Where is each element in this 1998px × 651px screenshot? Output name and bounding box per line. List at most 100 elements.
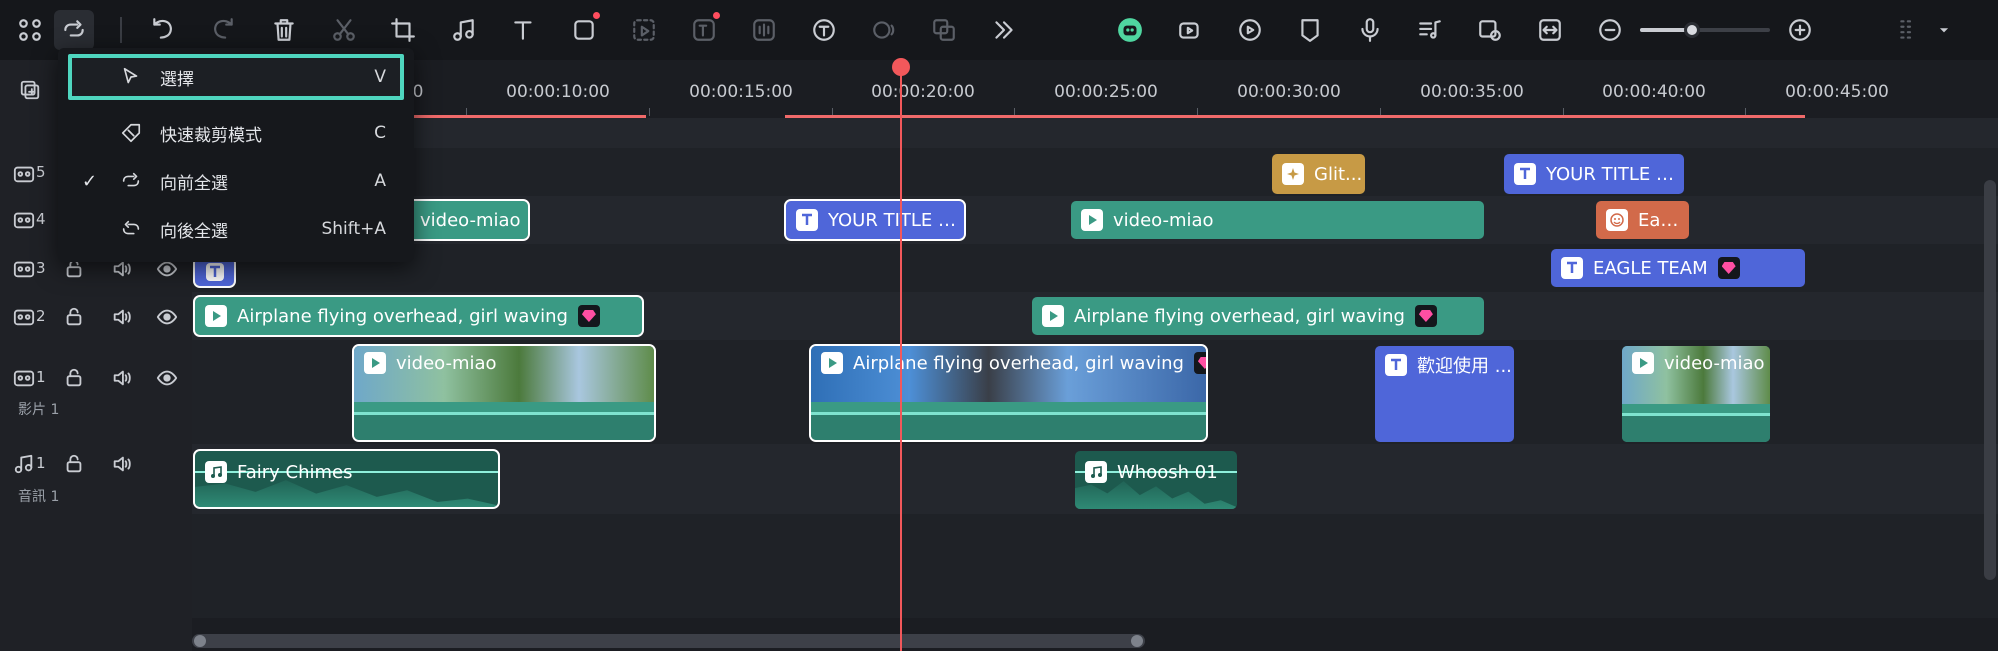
render-range-bar [410, 115, 646, 118]
speech-to-text-icon[interactable] [804, 10, 844, 50]
lock-icon[interactable] [63, 306, 85, 328]
shape-icon[interactable] [564, 10, 604, 50]
layout-dropdown-icon[interactable] [1924, 10, 1964, 50]
speaker-icon[interactable] [111, 453, 133, 475]
eye-icon[interactable] [156, 367, 178, 389]
effect-clip[interactable]: Glit... [1272, 154, 1365, 194]
video-clip[interactable]: video-miao [352, 344, 656, 442]
marker-icon[interactable] [1290, 10, 1330, 50]
clip-title: video-miao [1113, 209, 1214, 231]
ai-translate-icon[interactable] [924, 10, 964, 50]
speed-icon[interactable] [1230, 10, 1270, 50]
cursor-icon [120, 66, 142, 88]
notification-dot [713, 12, 720, 19]
video-clip[interactable]: video-miao [1622, 346, 1770, 442]
ruler-label: 00:00:45:00 [1785, 82, 1889, 102]
speaker-icon[interactable] [111, 367, 133, 389]
track-number: 1 [36, 454, 46, 472]
text-icon[interactable] [504, 10, 544, 50]
timeline-track-area [192, 118, 1998, 148]
menu-item-select-backward[interactable]: 向後全選 Shift+A [68, 206, 404, 252]
add-track-icon[interactable] [16, 76, 44, 104]
microphone-icon[interactable] [1350, 10, 1390, 50]
selection-tool-icon[interactable] [54, 10, 94, 50]
delete-icon[interactable] [264, 10, 304, 50]
preview-render-icon[interactable] [1470, 10, 1510, 50]
redo-icon[interactable] [203, 10, 243, 50]
clip-waveform [811, 411, 1206, 440]
title-clip[interactable]: 歡迎使用 ... [1375, 346, 1514, 442]
lock-icon[interactable] [63, 367, 85, 389]
audio-clip[interactable]: Fairy Chimes [193, 449, 500, 509]
video-clip[interactable]: Airplane flying overhead, girl waving [1032, 297, 1484, 335]
video-clip[interactable]: video-miao [1071, 201, 1484, 239]
speaker-icon[interactable] [111, 306, 133, 328]
grid-icon[interactable] [10, 10, 50, 50]
title-clip[interactable]: EAGLE TEAM [1551, 249, 1805, 287]
audio-clip[interactable]: Whoosh 01 [1075, 451, 1237, 509]
lock-icon[interactable] [63, 453, 85, 475]
smart-cutout-icon[interactable] [624, 10, 664, 50]
zoom-out-icon[interactable] [1590, 10, 1630, 50]
track-5-lane [192, 148, 1998, 196]
scrollbar-left-handle[interactable] [194, 635, 206, 647]
clip-title: 歡迎使用 ... [1417, 356, 1512, 377]
crop-icon[interactable] [383, 10, 423, 50]
video-clip[interactable]: video-miao [398, 199, 530, 241]
title-clip[interactable]: YOUR TITLE H... [784, 199, 966, 241]
audio-beat-icon[interactable] [1410, 10, 1450, 50]
ruler-label: 00:00:15:00 [689, 82, 793, 102]
eye-icon[interactable] [156, 306, 178, 328]
menu-item-shortcut: V [374, 67, 386, 87]
menu-item-shortcut: Shift+A [321, 219, 386, 239]
ruler-label: 00:00:30:00 [1237, 82, 1341, 102]
ruler-label: 00:00:35:00 [1420, 82, 1524, 102]
video-track-icon [12, 257, 36, 281]
menu-item-shortcut: A [374, 171, 386, 191]
playhead-handle[interactable] [892, 58, 910, 76]
check-icon: ✓ [82, 170, 98, 192]
undo-icon[interactable] [143, 10, 183, 50]
more-icon[interactable] [984, 10, 1024, 50]
menu-item-select[interactable]: 選擇 V [68, 54, 404, 100]
menu-item-label: 向前全選 [160, 173, 228, 194]
ruler-label: 0 [412, 82, 424, 102]
ai-video-icon[interactable] [1170, 10, 1210, 50]
play-icon [1042, 305, 1064, 327]
clip-title: video-miao [396, 352, 497, 374]
smiley-icon [1606, 209, 1628, 231]
cut-icon[interactable] [324, 10, 364, 50]
video-track-icon [12, 162, 36, 186]
clip-title: Eagl... [1638, 209, 1689, 231]
horizontal-scrollbar[interactable] [192, 634, 1145, 648]
audio-add-icon[interactable] [444, 10, 484, 50]
zoom-in-icon[interactable] [1780, 10, 1820, 50]
menu-item-select-forward[interactable]: ✓ 向前全選 A [68, 158, 404, 204]
track-number: 4 [36, 210, 46, 228]
ai-text-icon[interactable] [684, 10, 724, 50]
scrollbar-right-handle[interactable] [1131, 635, 1143, 647]
title-clip[interactable] [193, 256, 236, 288]
track-number: 1 [36, 368, 46, 386]
ruler-label: 00:00:25:00 [1054, 82, 1158, 102]
menu-item-quick-trim[interactable]: 快速裁剪模式 C [68, 110, 404, 156]
sticker-clip[interactable]: Eagl... [1596, 201, 1689, 239]
video-clip[interactable]: Airplane flying overhead, girl waving [809, 344, 1208, 442]
zoom-slider[interactable] [1640, 22, 1770, 38]
ai-copilot-icon[interactable] [1110, 10, 1150, 50]
title-clip[interactable]: YOUR TITLE H... [1504, 154, 1684, 194]
video-track-icon [12, 208, 36, 232]
play-icon [1632, 352, 1654, 374]
vertical-scrollbar[interactable] [1984, 180, 1996, 580]
premium-gem-icon [577, 305, 600, 327]
play-icon [1081, 209, 1103, 231]
video-clip[interactable]: Airplane flying overhead, girl waving [193, 295, 644, 337]
audio-denoise-icon[interactable] [744, 10, 784, 50]
clip-title: Airplane flying overhead, girl waving [1074, 305, 1405, 327]
text-to-speech-icon[interactable] [864, 10, 904, 50]
zoom-slider-handle[interactable] [1684, 22, 1700, 38]
clip-title: Airplane flying overhead, girl waving [853, 352, 1184, 374]
playhead[interactable] [900, 62, 902, 651]
timeline-ruler[interactable]: 0 00:00:10:00 00:00:15:00 00:00:20:00 00… [192, 60, 1998, 118]
fit-timeline-icon[interactable] [1530, 10, 1570, 50]
